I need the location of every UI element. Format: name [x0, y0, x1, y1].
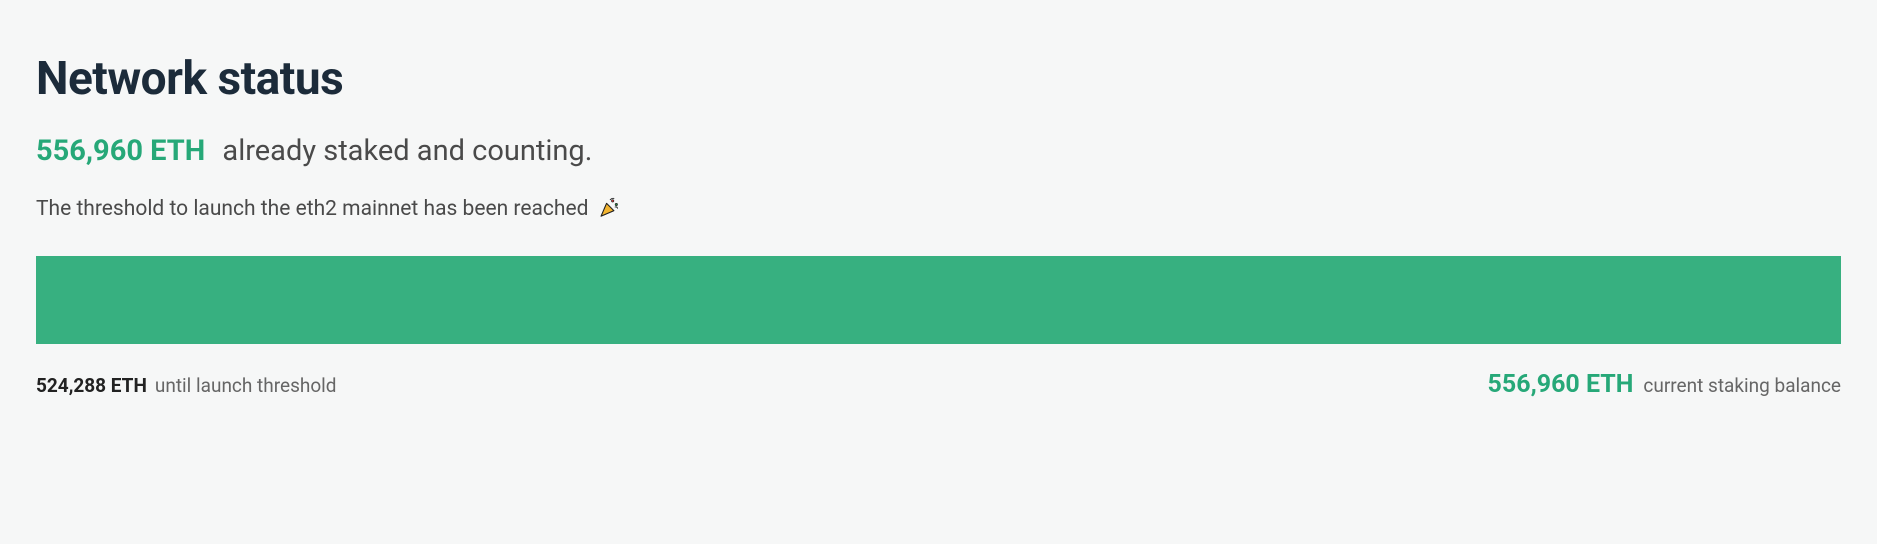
legend-balance: 556,960 ETH current staking balance [1488, 370, 1841, 399]
progress-legend: 524,288 ETH until launch threshold 556,9… [36, 370, 1841, 399]
threshold-message-text: The threshold to launch the eth2 mainnet… [36, 197, 588, 221]
staked-suffix-text: already staked and counting. [222, 134, 592, 168]
threshold-amount: 524,288 ETH [36, 374, 147, 397]
party-popper-icon [598, 196, 620, 224]
staked-summary-line: 556,960 ETH already staked and counting. [36, 134, 1841, 168]
legend-threshold: 524,288 ETH until launch threshold [36, 374, 337, 397]
balance-label: current staking balance [1643, 374, 1841, 397]
threshold-reached-message: The threshold to launch the eth2 mainnet… [36, 196, 1841, 224]
staking-progress-fill [36, 256, 1841, 344]
balance-amount: 556,960 ETH [1488, 370, 1634, 399]
network-status-panel: Network status 556,960 ETH already stake… [0, 0, 1877, 435]
staked-amount: 556,960 ETH [36, 134, 205, 168]
page-title: Network status [36, 52, 1841, 106]
staking-progress-bar [36, 256, 1841, 344]
threshold-label: until launch threshold [155, 374, 337, 397]
